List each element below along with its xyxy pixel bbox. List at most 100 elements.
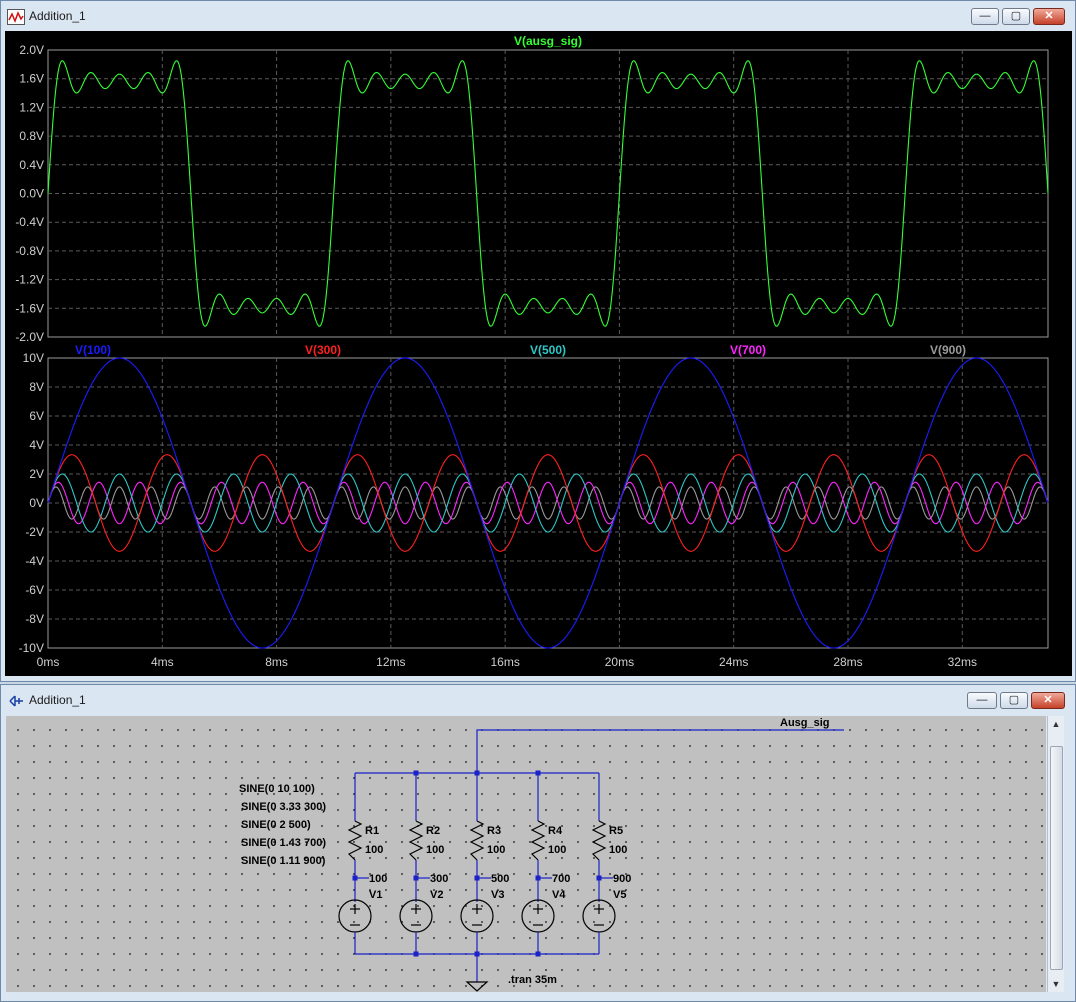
x-tick-label: 0ms xyxy=(37,655,60,669)
bottom-plot-y-tick-label: -4V xyxy=(25,554,44,568)
resistor-ref-label[interactable]: R3 xyxy=(487,825,501,837)
branch-V5: R5 100 900 V5 xyxy=(582,773,631,954)
resistor-value-label[interactable]: 100 xyxy=(548,844,566,856)
waveform-window: Addition_1 — ▢ ✕ 2.0V 1.6V 1.2V 0.8V 0.4V 0.0… xyxy=(0,0,1076,682)
node-label[interactable]: 100 xyxy=(369,873,387,885)
top-plot-y-tick-label: -0.4V xyxy=(15,215,44,229)
resistor-R5[interactable] xyxy=(591,820,607,861)
resistor-value-label[interactable]: 100 xyxy=(426,844,444,856)
close-button[interactable]: ✕ xyxy=(1033,8,1065,25)
source-spec-text[interactable]: SINE(0 10 100) xyxy=(239,783,315,795)
resistor-value-label[interactable]: 100 xyxy=(365,844,383,856)
top-plot-y-tick-label: 2.0V xyxy=(19,43,44,57)
top-plot-y-tick-label: 0.8V xyxy=(19,129,44,143)
minimize-icon: — xyxy=(979,10,991,22)
x-tick-label: 4ms xyxy=(151,655,174,669)
node-label[interactable]: 700 xyxy=(552,873,570,885)
x-tick-label: 32ms xyxy=(948,655,977,669)
close-icon: ✕ xyxy=(1043,694,1053,706)
bottom-plot-y-tick-label: -10V xyxy=(19,641,44,655)
ground-icon[interactable] xyxy=(465,981,489,992)
branch-V4: R4 100 700 V4 xyxy=(521,773,570,954)
net-wire-ausg-sig[interactable] xyxy=(476,729,844,773)
node-label[interactable]: 900 xyxy=(613,873,631,885)
resistor-R2[interactable] xyxy=(408,820,424,861)
top-plot-y-tick-label: -1.2V xyxy=(15,273,44,287)
bottom-plot-y-tick-label: 10V xyxy=(23,351,44,365)
legend-entry[interactable]: V(700) xyxy=(730,343,766,357)
resistor-ref-label[interactable]: R2 xyxy=(426,825,440,837)
schematic-canvas[interactable]: Ausg_sig SINE(0 10 100) SINE(0 3.33 300) SI… xyxy=(6,716,1046,992)
bottom-plot-y-tick-label: 4V xyxy=(29,438,44,452)
resistor-value-label[interactable]: 100 xyxy=(609,844,627,856)
bottom-plot-y-tick-label: 8V xyxy=(29,380,44,394)
schematic-close-button[interactable]: ✕ xyxy=(1031,692,1065,709)
top-plot-trace-label[interactable]: V(ausg_sig) xyxy=(514,34,582,48)
x-tick-label: 24ms xyxy=(719,655,748,669)
source-spec-text[interactable]: SINE(0 2 500) xyxy=(241,819,311,831)
x-tick-label: 16ms xyxy=(490,655,519,669)
schematic-titlebar[interactable]: Addition_1 — ▢ ✕ xyxy=(1,685,1075,715)
schematic-svg[interactable]: Ausg_sig SINE(0 10 100) SINE(0 3.33 300) SI… xyxy=(6,716,1046,992)
branch-V2: R2 100 300 V2 xyxy=(399,773,448,954)
x-tick-label: 20ms xyxy=(605,655,634,669)
bottom-plot-y-tick-label: -2V xyxy=(25,525,44,539)
waveform-titlebar[interactable]: Addition_1 — ▢ ✕ xyxy=(1,1,1075,31)
branch-V3: R3 100 500 V3 xyxy=(460,773,509,954)
source-spec-text[interactable]: SINE(0 1.11 900) xyxy=(241,855,326,867)
tran-directive[interactable]: .tran 35m xyxy=(508,974,557,986)
resistor-ref-label[interactable]: R4 xyxy=(548,825,563,837)
scroll-up-arrow-icon[interactable]: ▲ xyxy=(1048,716,1064,732)
bottom-plot-y-tick-label: -6V xyxy=(25,583,44,597)
branch-V1: R1 100 100 V1 xyxy=(338,773,387,954)
source-spec-text[interactable]: SINE(0 3.33 300) xyxy=(241,801,326,813)
net-label-ausg-sig[interactable]: Ausg_sig xyxy=(780,717,830,729)
top-plot-y-tick-label: 1.2V xyxy=(19,100,44,114)
legend-entry[interactable]: V(300) xyxy=(305,343,341,357)
node-label[interactable]: 500 xyxy=(491,873,509,885)
schematic-minimize-button[interactable]: — xyxy=(967,692,997,709)
close-icon: ✕ xyxy=(1044,10,1054,22)
source-ref-label[interactable]: V1 xyxy=(369,889,382,901)
scroll-down-arrow-icon[interactable]: ▼ xyxy=(1048,976,1064,992)
maximize-icon: ▢ xyxy=(1008,694,1020,706)
x-tick-label: 8ms xyxy=(265,655,288,669)
bottom-plot-y-tick-label: -8V xyxy=(25,612,44,626)
resistor-ref-label[interactable]: R1 xyxy=(365,825,379,837)
schematic-vertical-scrollbar[interactable]: ▲ ▼ xyxy=(1047,716,1064,992)
resistor-R4[interactable] xyxy=(530,820,546,861)
resistor-value-label[interactable]: 100 xyxy=(487,844,505,856)
resistor-R1[interactable] xyxy=(347,820,363,861)
maximize-button[interactable]: ▢ xyxy=(1002,8,1030,25)
plot-area[interactable]: 2.0V 1.6V 1.2V 0.8V 0.4V 0.0V -0.4V -0.8V -1.2V -… xyxy=(5,31,1072,676)
source-ref-label[interactable]: V3 xyxy=(491,889,504,901)
plot-svg[interactable]: 2.0V 1.6V 1.2V 0.8V 0.4V 0.0V -0.4V -0.8V -1.2V -… xyxy=(5,31,1072,676)
waveform-icon xyxy=(7,9,25,25)
top-plot-y-tick-label: -0.8V xyxy=(15,244,44,258)
x-tick-label: 12ms xyxy=(376,655,405,669)
top-plot-y-tick-label: -1.6V xyxy=(15,301,44,315)
minimize-button[interactable]: — xyxy=(971,8,999,25)
top-plot-y-tick-label: 0.0V xyxy=(19,187,44,201)
schematic-icon xyxy=(9,695,23,707)
legend-entry[interactable]: V(100) xyxy=(75,343,111,357)
node-label[interactable]: 300 xyxy=(430,873,448,885)
bottom-plot-y-tick-label: 2V xyxy=(29,467,44,481)
schematic-window-title: Addition_1 xyxy=(29,693,86,707)
bottom-plot-y-tick-label: 6V xyxy=(29,409,44,423)
top-plot-y-tick-label: 1.6V xyxy=(19,72,44,86)
resistor-ref-label[interactable]: R5 xyxy=(609,825,623,837)
scrollbar-thumb[interactable] xyxy=(1050,746,1063,970)
source-ref-label[interactable]: V5 xyxy=(613,889,626,901)
legend-entry[interactable]: V(500) xyxy=(530,343,566,357)
source-spec-text[interactable]: SINE(0 1.43 700) xyxy=(241,837,326,849)
source-ref-label[interactable]: V2 xyxy=(430,889,443,901)
legend-entry[interactable]: V(900) xyxy=(930,343,966,357)
resistor-R3[interactable] xyxy=(469,820,485,861)
top-plot-y-tick-label: 0.4V xyxy=(19,158,44,172)
minimize-icon: — xyxy=(976,694,988,706)
schematic-maximize-button[interactable]: ▢ xyxy=(1000,692,1028,709)
source-ref-label[interactable]: V4 xyxy=(552,889,566,901)
top-plot-y-tick-label: -2.0V xyxy=(15,330,44,344)
bottom-plot-y-tick-label: 0V xyxy=(29,496,44,510)
